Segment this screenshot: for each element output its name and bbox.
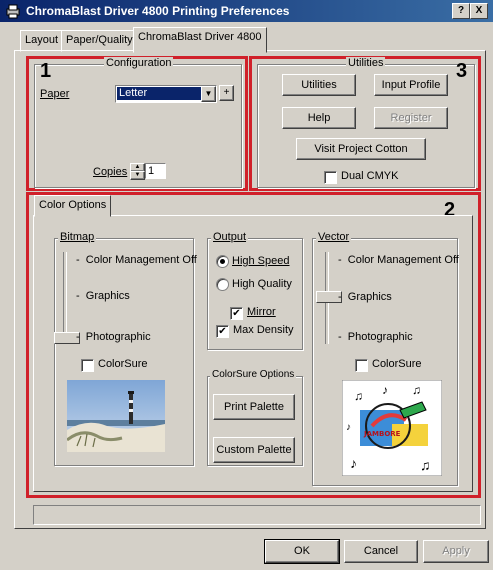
- vector-level-photographic-text: Photographic: [347, 331, 413, 343]
- paper-select[interactable]: Letter ▼: [115, 85, 217, 103]
- custom-palette-button[interactable]: Custom Palette: [213, 437, 295, 463]
- bitmap-level-off: - Color Management Off: [76, 254, 197, 266]
- bitmap-colorsure-checkbox[interactable]: [81, 359, 94, 372]
- configuration-title: Configuration: [104, 57, 174, 69]
- bitmap-title: Bitmap: [58, 231, 97, 243]
- bitmap-level-photographic: - Photographic: [76, 331, 151, 343]
- visit-project-cotton-button[interactable]: Visit Project Cotton: [296, 138, 426, 160]
- svg-text:♪: ♪: [382, 383, 388, 397]
- bitmap-title-text: Bitmap: [60, 231, 95, 243]
- title-bar[interactable]: ChromaBlast Driver 4800 Printing Prefere…: [0, 0, 493, 22]
- dual-cmyk-label: Dual CMYK: [341, 170, 399, 182]
- high-quality-label: High Quality: [232, 278, 292, 290]
- output-title: Output: [211, 231, 249, 243]
- bitmap-level-off-text: Color Management Off: [85, 254, 197, 266]
- close-button[interactable]: X: [470, 3, 488, 19]
- vector-level-off: - Color Management Off: [338, 254, 459, 266]
- copies-label-text: Copies: [93, 166, 128, 178]
- tab-chromablast[interactable]: ChromaBlast Driver 4800: [133, 27, 267, 53]
- max-density-label: Max Density: [233, 324, 294, 336]
- chevron-down-icon[interactable]: ▼: [201, 86, 216, 102]
- svg-text:♪: ♪: [350, 455, 357, 471]
- printer-icon: [6, 4, 20, 19]
- mirror-checkbox[interactable]: ✔: [230, 307, 243, 320]
- high-speed-radio[interactable]: [216, 255, 229, 268]
- utilities-button[interactable]: Utilities: [282, 74, 356, 96]
- bitmap-colorsure-label: ColorSure: [98, 358, 148, 370]
- bitmap-slider-track[interactable]: [63, 252, 67, 344]
- add-paper-button[interactable]: +: [219, 85, 234, 101]
- callout-number-1: 1: [40, 60, 52, 82]
- window-title: ChromaBlast Driver 4800 Printing Prefere…: [26, 4, 290, 18]
- status-field: [33, 505, 481, 525]
- svg-text:♫: ♫: [354, 389, 363, 403]
- high-speed-label-text: High Speed: [232, 255, 290, 267]
- cancel-button[interactable]: Cancel: [344, 540, 418, 563]
- svg-text:♫: ♫: [412, 383, 421, 397]
- vector-preview-image: JAMBORE ♫ ♪ ♫ ♪ ♫ ♪: [342, 380, 442, 476]
- stepper-down-icon[interactable]: ▼: [130, 171, 145, 180]
- print-palette-button[interactable]: Print Palette: [213, 394, 295, 420]
- dual-cmyk-checkbox[interactable]: [324, 171, 337, 184]
- vector-colorsure-checkbox[interactable]: [355, 359, 368, 372]
- mirror-label: Mirror: [247, 306, 276, 318]
- svg-text:♫: ♫: [420, 457, 431, 473]
- max-density-checkbox[interactable]: ✔: [216, 325, 229, 338]
- register-button[interactable]: Register: [374, 107, 448, 129]
- vector-level-graphics-text: Graphics: [347, 291, 392, 303]
- apply-button[interactable]: Apply: [423, 540, 489, 563]
- output-title-text: Output: [213, 231, 247, 243]
- help-title-button[interactable]: ?: [452, 3, 470, 19]
- svg-text:JAMBORE: JAMBORE: [363, 430, 401, 438]
- utilities-title: Utilities: [346, 57, 386, 69]
- tab-color-options[interactable]: Color Options: [34, 195, 112, 217]
- svg-text:♪: ♪: [346, 422, 351, 433]
- ok-button[interactable]: OK: [264, 539, 340, 564]
- vector-title: Vector: [316, 231, 352, 243]
- bitmap-level-graphics: - Graphics: [76, 290, 130, 302]
- copies-label: Copies: [93, 166, 127, 178]
- high-quality-radio[interactable]: [216, 278, 229, 291]
- paper-label: Paper: [40, 88, 69, 100]
- paper-selected-value: Letter: [117, 87, 201, 100]
- colorsure-options-title: ColorSure Options: [210, 369, 297, 380]
- high-speed-label: High Speed: [232, 255, 290, 267]
- bitmap-preview-image: [67, 380, 165, 452]
- vector-level-photographic: - Photographic: [338, 331, 413, 343]
- bitmap-level-graphics-text: Graphics: [85, 290, 130, 302]
- vector-colorsure-label: ColorSure: [372, 358, 422, 370]
- vector-level-off-text: Color Management Off: [347, 254, 459, 266]
- vector-title-text: Vector: [318, 231, 350, 243]
- copies-stepper[interactable]: ▲ ▼ 1: [130, 163, 166, 180]
- vector-level-graphics: - Graphics: [338, 291, 392, 303]
- bitmap-level-photographic-text: Photographic: [85, 331, 151, 343]
- help-button[interactable]: Help: [282, 107, 356, 129]
- paper-label-text: Paper: [40, 88, 70, 100]
- tab-layout[interactable]: Layout: [20, 30, 64, 52]
- tab-paper-quality[interactable]: Paper/Quality: [61, 30, 138, 52]
- callout-number-3: 3: [456, 60, 468, 82]
- input-profile-button[interactable]: Input Profile: [374, 74, 448, 96]
- mirror-label-text: Mirror: [247, 306, 276, 318]
- copies-input[interactable]: 1: [145, 163, 166, 179]
